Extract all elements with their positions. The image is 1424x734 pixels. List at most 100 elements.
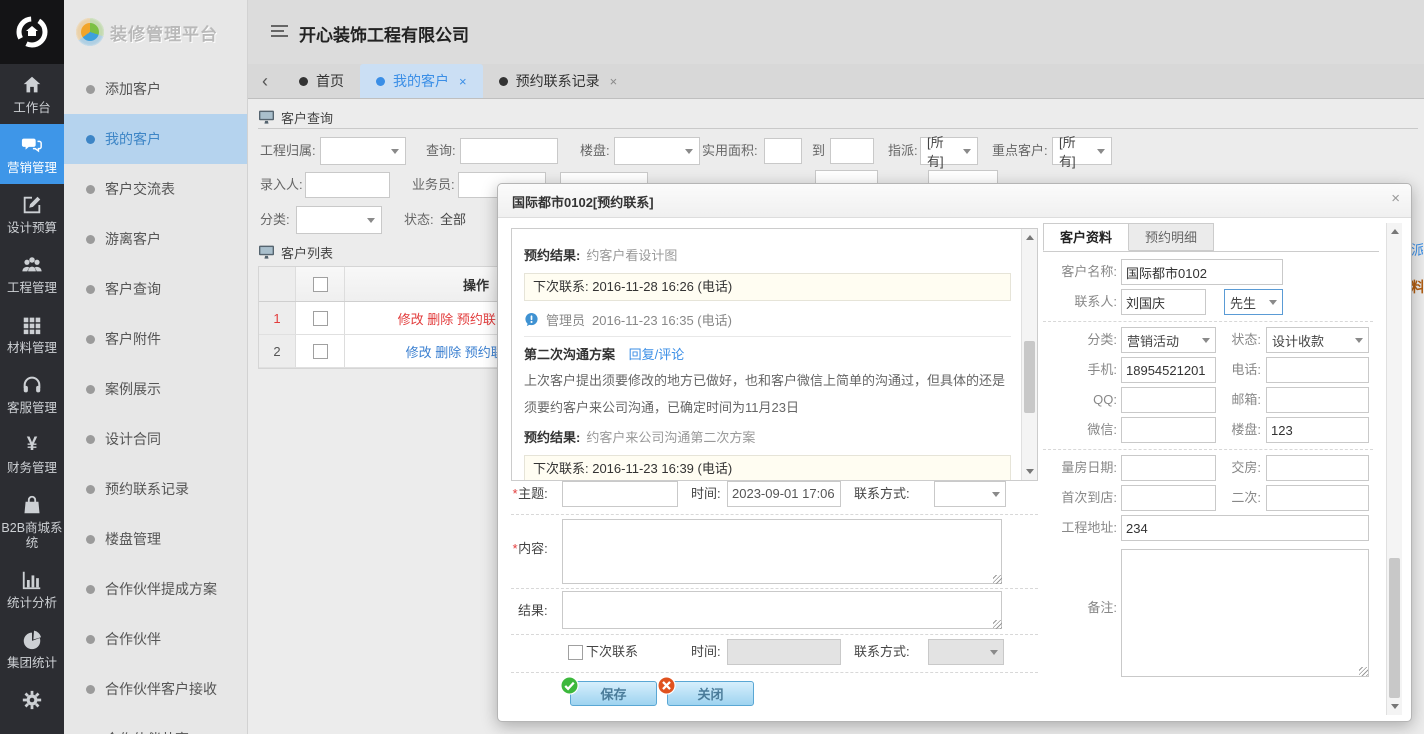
status-select[interactable]: 设计收款 (1266, 327, 1369, 353)
sidebar-item-building-mgmt[interactable]: 楼盘管理 (64, 514, 247, 564)
save-button[interactable]: 保存 (570, 681, 657, 706)
sidebar-item-partner-commission[interactable]: 合作伙伴提成方案 (64, 564, 247, 614)
tab-home[interactable]: 首页 (283, 64, 360, 98)
scroll-down-icon[interactable] (1022, 464, 1037, 479)
building-input[interactable] (1266, 417, 1369, 443)
sidebar-item-customer-query[interactable]: 客户查询 (64, 264, 247, 314)
scroll-up-icon[interactable] (1022, 230, 1037, 245)
dialog-close-button[interactable]: 关闭 (667, 681, 754, 706)
resize-handle[interactable] (993, 620, 1002, 629)
tab-label: 我的客户 (393, 71, 449, 91)
plan-paragraph-line: 上次客户提出须要修改的地方已做好，也和客户微信上简单的沟通过，但具体的还是 (524, 367, 1011, 394)
contact-person-input[interactable] (1121, 289, 1206, 315)
search-input[interactable] (460, 138, 558, 164)
mobile-input[interactable] (1121, 357, 1216, 383)
row-checkbox[interactable] (313, 344, 328, 359)
sidebar-item-my-customers[interactable]: 我的客户 (64, 114, 247, 164)
sidebar-item-label: 合作伙伴客户接收 (105, 679, 217, 699)
field-label: 工程归属: (260, 137, 316, 165)
rail-item-settings[interactable] (0, 679, 64, 719)
rail-item-workbench[interactable]: 工作台 (0, 64, 64, 124)
bullet-icon (86, 485, 95, 494)
contact-method-select[interactable] (934, 481, 1006, 507)
email-input[interactable] (1266, 387, 1369, 413)
sidebar-item-free-customers[interactable]: 游离客户 (64, 214, 247, 264)
rail-item-group-stats[interactable]: 集团统计 (0, 619, 64, 679)
rail-item-project-mgmt[interactable]: 工程管理 (0, 244, 64, 304)
category-select[interactable] (296, 206, 382, 234)
resize-handle[interactable] (1359, 667, 1368, 676)
remark-label: 备注: (1043, 595, 1117, 621)
scrollbar-thumb[interactable] (1389, 558, 1400, 698)
next-contact-method-select[interactable] (928, 639, 1004, 665)
tab-customer-profile[interactable]: 客户资料 (1043, 223, 1129, 251)
rail-item-customer-service[interactable]: 客服管理 (0, 364, 64, 424)
delivery-input[interactable] (1266, 455, 1369, 481)
rail-item-statistics[interactable]: 统计分析 (0, 559, 64, 619)
wechat-input[interactable] (1121, 417, 1216, 443)
qq-input[interactable] (1121, 387, 1216, 413)
entry-person-input[interactable] (305, 172, 390, 198)
remark-textarea[interactable] (1121, 549, 1369, 677)
sidebar-item-design-contract[interactable]: 设计合同 (64, 414, 247, 464)
first-visit-input[interactable] (1121, 485, 1216, 511)
scrollbar-thumb[interactable] (1024, 341, 1035, 413)
sidebar-item-add-customer[interactable]: 添加客户 (64, 64, 247, 114)
save-check-icon (560, 676, 579, 695)
menu-toggle-icon[interactable] (271, 25, 288, 38)
customer-name-input[interactable] (1121, 259, 1283, 285)
scroll-down-icon[interactable] (1387, 699, 1402, 714)
assign-select[interactable]: [所有] (920, 137, 978, 165)
tab-bullet-icon (499, 77, 508, 86)
dialog-close-icon[interactable]: × (1391, 190, 1400, 207)
sidebar-item-case-show[interactable]: 案例展示 (64, 364, 247, 414)
sidebar-item-customer-exchange[interactable]: 客户交流表 (64, 164, 247, 214)
tab-appointment-detail[interactable]: 预约明细 (1129, 223, 1214, 251)
content-textarea[interactable] (562, 519, 1002, 584)
divider (511, 588, 1038, 589)
tab-close-icon[interactable]: × (610, 74, 618, 89)
measure-date-input[interactable] (1121, 455, 1216, 481)
project-owner-select[interactable] (320, 137, 406, 165)
tab-my-customers[interactable]: 我的客户 × (360, 64, 483, 98)
sidebar-item-appointment-records[interactable]: 预约联系记录 (64, 464, 247, 514)
resize-handle[interactable] (993, 575, 1002, 584)
sidebar-item-partner-share[interactable]: 合作伙伴共享 (64, 714, 247, 734)
rail-item-b2b-mall[interactable]: B2B商城系统 (0, 484, 64, 559)
vip-select[interactable]: [所有] (1052, 137, 1112, 165)
area-min-input[interactable] (764, 138, 802, 164)
rail-item-marketing[interactable]: 营销管理 (0, 124, 64, 184)
time-input[interactable]: 2023-09-01 17:06 (727, 481, 841, 507)
area-max-input[interactable] (830, 138, 874, 164)
monitor-icon (258, 245, 275, 260)
row-checkbox[interactable] (313, 311, 328, 326)
rail-item-material-mgmt[interactable]: 材料管理 (0, 304, 64, 364)
rail-item-finance[interactable]: ¥ 财务管理 (0, 424, 64, 484)
salutation-select[interactable]: 先生 (1224, 289, 1283, 315)
delivery-label: 交房: (1219, 455, 1261, 481)
tabs-back-icon[interactable]: ‹ (247, 64, 283, 98)
reply-comment-link[interactable]: 回复/评论 (629, 347, 685, 362)
select-all-checkbox[interactable] (313, 277, 328, 292)
rail-item-label: 设计预算 (1, 221, 63, 236)
building-select[interactable] (614, 137, 700, 165)
next-contact-checkbox[interactable] (568, 645, 583, 660)
phone-input[interactable] (1266, 357, 1369, 383)
sidebar-item-partner[interactable]: 合作伙伴 (64, 614, 247, 664)
scroll-up-icon[interactable] (1387, 224, 1402, 239)
bullet-icon (86, 435, 95, 444)
comment-icon (524, 312, 539, 327)
next-time-input[interactable] (727, 639, 841, 665)
qq-label: QQ: (1043, 387, 1117, 413)
sidebar-item-partner-customer-receive[interactable]: 合作伙伴客户接收 (64, 664, 247, 714)
tab-close-icon[interactable]: × (459, 74, 467, 89)
result-textarea[interactable] (562, 591, 1002, 629)
second-visit-input[interactable] (1266, 485, 1369, 511)
tab-appointment-records[interactable]: 预约联系记录 × (483, 64, 634, 98)
sidebar-item-customer-attachments[interactable]: 客户附件 (64, 314, 247, 364)
subject-input[interactable] (562, 481, 678, 507)
rail-item-design-budget[interactable]: 设计预算 (0, 184, 64, 244)
address-input[interactable] (1121, 515, 1369, 541)
sidebar-item-label: 客户附件 (105, 329, 161, 349)
category-select[interactable]: 营销活动 (1121, 327, 1216, 353)
